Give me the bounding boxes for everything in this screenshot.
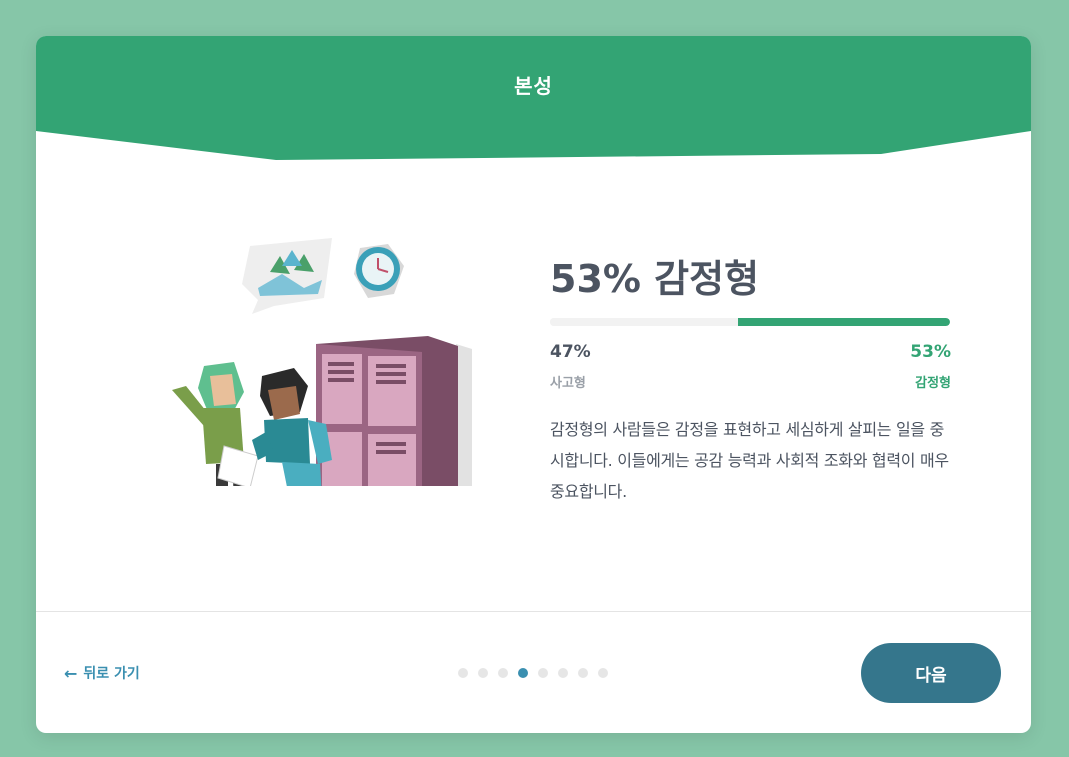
pagination-dot[interactable] bbox=[458, 668, 468, 678]
result-heading: 53% 감정형 bbox=[550, 257, 760, 301]
next-button[interactable]: 다음 bbox=[861, 643, 1001, 703]
pagination-dot[interactable] bbox=[578, 668, 588, 678]
right-trait-label: 감정형 bbox=[915, 376, 951, 391]
illustration bbox=[172, 238, 472, 486]
person-icon bbox=[172, 362, 259, 486]
page-title: 본성 bbox=[514, 74, 553, 98]
pagination-dot[interactable] bbox=[498, 668, 508, 678]
progress-left-fill bbox=[550, 318, 738, 326]
pagination-dot[interactable] bbox=[518, 668, 528, 678]
left-percent: 47% bbox=[550, 342, 591, 362]
result-card: 본성 53% 감정형 47% 53% 사고형 감정형 감정형의 사람들은 감정을… bbox=[36, 36, 1031, 733]
locker-icon bbox=[316, 336, 472, 486]
pagination-dot[interactable] bbox=[598, 668, 608, 678]
arrow-left-icon: ← bbox=[64, 663, 78, 683]
back-button[interactable]: ← 뒤로 가기 bbox=[64, 663, 140, 683]
pagination-dot[interactable] bbox=[478, 668, 488, 678]
thought-bubble-icon bbox=[242, 238, 332, 314]
footer-divider bbox=[36, 611, 1031, 612]
pagination-dots bbox=[458, 668, 608, 678]
progress-right-fill bbox=[738, 318, 950, 326]
back-label: 뒤로 가기 bbox=[83, 666, 140, 682]
left-trait-label: 사고형 bbox=[550, 376, 586, 391]
result-description: 감정형의 사람들은 감정을 표현하고 세심하게 살피는 일을 중시합니다. 이들… bbox=[550, 420, 949, 501]
trait-progress-bar bbox=[550, 318, 950, 326]
pagination-dot[interactable] bbox=[558, 668, 568, 678]
pagination-dot[interactable] bbox=[538, 668, 548, 678]
clock-icon bbox=[354, 244, 404, 298]
right-percent: 53% bbox=[910, 342, 951, 362]
header-banner bbox=[36, 36, 1031, 160]
